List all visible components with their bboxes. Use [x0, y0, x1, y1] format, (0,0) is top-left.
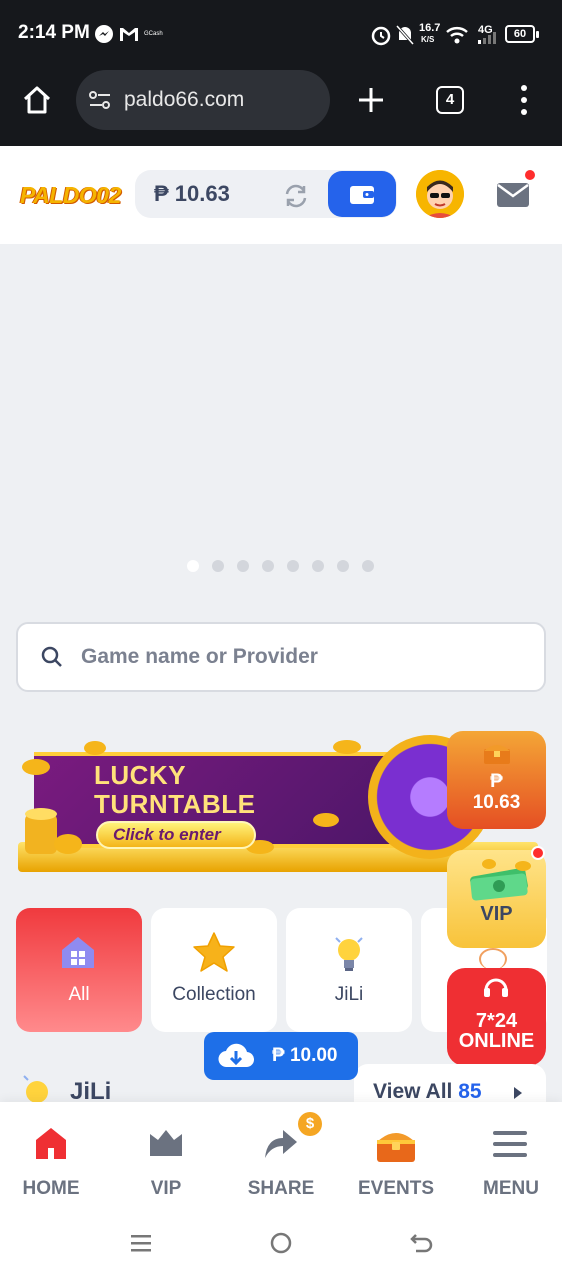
category-all-label: All — [68, 984, 90, 1005]
money-stack-icon — [470, 859, 531, 901]
nav-events-label: EVENTS — [357, 1178, 435, 1199]
home-icon[interactable] — [22, 85, 52, 115]
gcash-icon: GCash — [144, 31, 163, 37]
download-cloud-icon — [218, 1043, 254, 1068]
share-reward-badge: $ — [298, 1112, 322, 1136]
nav-home-label: HOME — [22, 1178, 80, 1199]
browser-toolbar: paldo66.com 4 — [0, 68, 562, 146]
banner-dot[interactable] — [212, 560, 224, 572]
status-time: 2:14 PM — [18, 22, 90, 43]
treasure-chest-icon — [484, 745, 510, 764]
home-grid-icon — [62, 937, 94, 968]
nav-menu[interactable]: MENU — [455, 1102, 562, 1212]
online-label-2: ONLINE — [458, 1030, 535, 1052]
home-icon — [36, 1128, 66, 1159]
nav-share-label: SHARE — [247, 1178, 315, 1199]
bottom-nav: HOME VIP $ SHARE EVENTS MENU — [0, 1102, 562, 1212]
floating-vip-label: VIP — [480, 903, 513, 925]
nav-home[interactable]: HOME — [0, 1102, 107, 1212]
banner-dot[interactable] — [262, 560, 274, 572]
banner-dot[interactable] — [312, 560, 324, 572]
site-logo[interactable]: PALDO02 — [20, 182, 121, 209]
battery-icon: 60 — [505, 25, 535, 43]
view-all-count: 85 — [458, 1080, 482, 1103]
search-placeholder: Game name or Provider — [81, 645, 318, 668]
view-all-label: View All 85 — [373, 1080, 482, 1103]
battery-level: 60 — [513, 28, 527, 40]
home-button-icon[interactable] — [269, 1231, 293, 1255]
nav-vip[interactable]: VIP — [110, 1102, 222, 1212]
banner-dot[interactable] — [287, 560, 299, 572]
banner-dot[interactable] — [337, 560, 349, 572]
nav-menu-label: MENU — [483, 1178, 539, 1199]
balance-amount: ₱ 10.63 — [154, 181, 230, 206]
more-options-icon[interactable] — [519, 84, 529, 116]
crown-icon — [150, 1130, 182, 1156]
gmail-icon — [120, 28, 138, 41]
mail-icon[interactable] — [496, 182, 530, 208]
banner-dot[interactable] — [362, 560, 374, 572]
category-all[interactable] — [16, 908, 142, 1032]
treasure-chest-icon — [377, 1133, 415, 1162]
refresh-icon[interactable] — [282, 182, 310, 210]
wallet-icon — [350, 186, 374, 204]
star-icon — [193, 932, 235, 972]
headset-icon — [484, 978, 508, 997]
share-icon — [265, 1130, 297, 1158]
vip-badge — [531, 846, 545, 860]
bulb-icon — [335, 937, 363, 971]
battery-tip — [536, 31, 539, 38]
banner-dot[interactable] — [237, 560, 249, 572]
messenger-icon — [95, 25, 113, 43]
mail-unread-badge — [523, 168, 537, 182]
chevron-right-icon — [514, 1087, 522, 1099]
net-speed-unit: K/S — [421, 35, 435, 44]
site-header: PALDO02 ₱ 10.63 — [0, 146, 562, 244]
wifi-icon — [446, 27, 468, 44]
category-jili-label: JiLi — [334, 984, 364, 1005]
floating-balance-amount: ₱ 10.63 — [472, 771, 521, 813]
wallet-button[interactable] — [328, 171, 396, 217]
promo-cta-label: Click to enter — [113, 825, 221, 844]
url-text[interactable]: paldo66.com — [124, 88, 244, 112]
menu-icon — [493, 1131, 527, 1157]
site-settings-icon[interactable] — [88, 89, 112, 111]
banner-dot[interactable] — [187, 560, 199, 572]
promo-title-line2: TURNTABLE — [94, 789, 256, 819]
download-bonus-amount: ₱ 10.00 — [272, 1045, 338, 1066]
system-nav-bar — [0, 1212, 562, 1280]
cat-partial-icon — [479, 948, 507, 970]
signal-icon — [478, 32, 496, 44]
promo-title-line1: LUCKY — [94, 760, 187, 790]
new-tab-icon[interactable] — [357, 86, 385, 114]
nav-share[interactable]: $ SHARE — [225, 1102, 337, 1212]
search-icon — [41, 646, 62, 667]
recent-apps-icon[interactable] — [130, 1232, 152, 1254]
nav-events[interactable]: EVENTS — [340, 1102, 452, 1212]
category-collection-label: Collection — [172, 984, 256, 1005]
tab-switcher-button[interactable]: 4 — [436, 86, 464, 114]
nav-vip-label: VIP — [150, 1178, 182, 1199]
back-icon[interactable] — [410, 1231, 434, 1255]
alarm-icon — [371, 26, 391, 46]
mute-notification-icon — [395, 25, 415, 45]
status-bar: 2:14 PM GCash 16.7 K/S 4G 60 — [0, 0, 562, 68]
net-speed-value: 16.7 — [419, 22, 441, 34]
avatar[interactable] — [416, 170, 464, 218]
bulb-icon — [23, 1075, 48, 1103]
